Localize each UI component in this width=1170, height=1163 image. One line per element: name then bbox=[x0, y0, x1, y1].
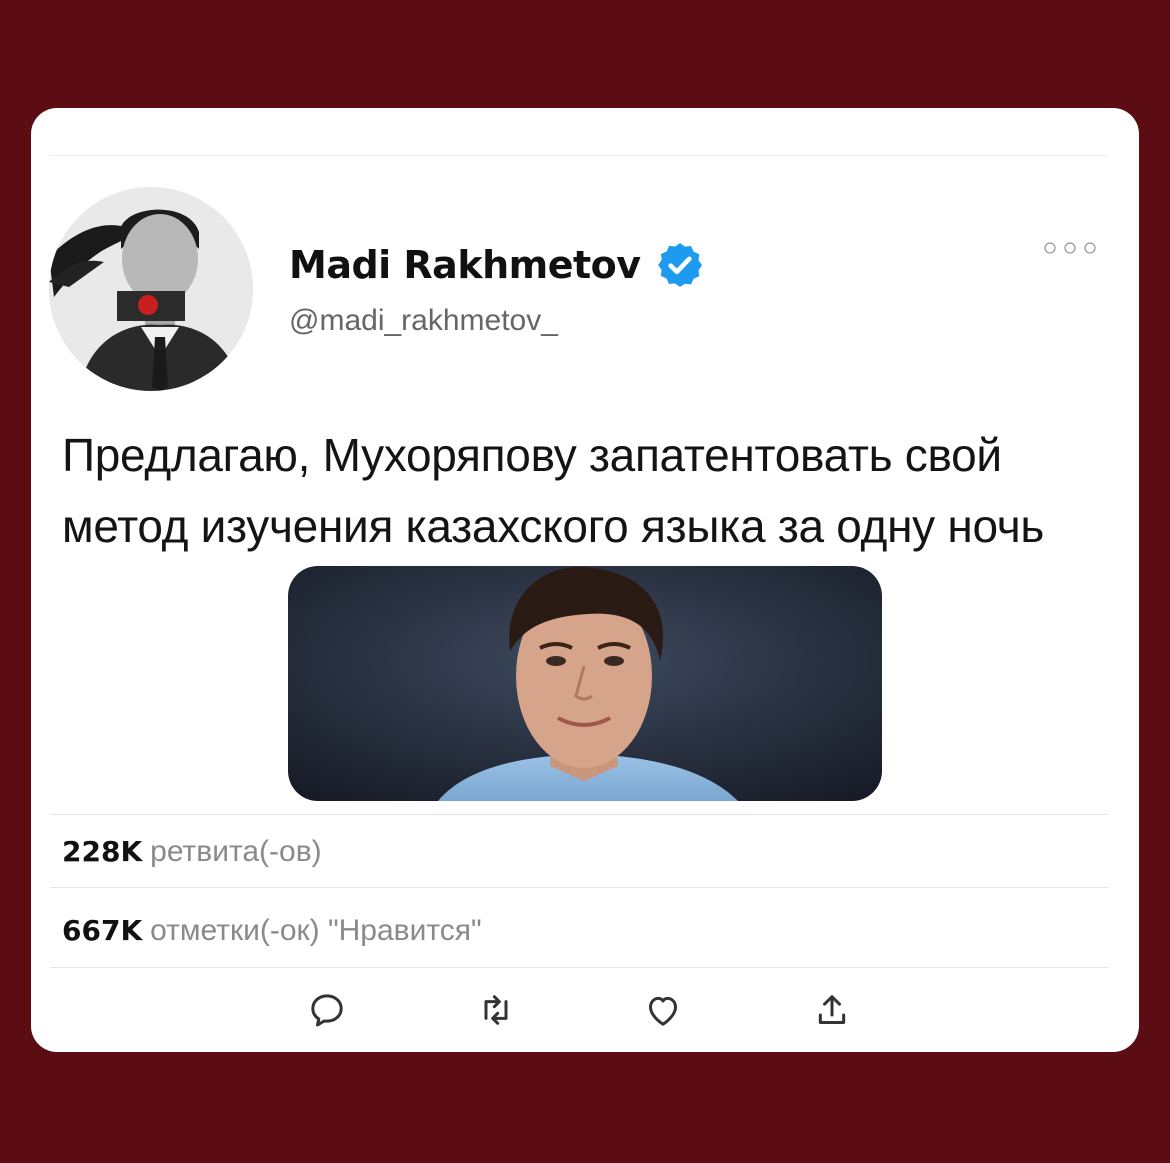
top-divider bbox=[50, 155, 1108, 156]
author-handle[interactable]: @madi_rakhmetov_ bbox=[289, 304, 558, 338]
retweet-icon bbox=[484, 995, 508, 1025]
like-count: 667K bbox=[62, 914, 143, 947]
divider bbox=[50, 887, 1108, 888]
share-button[interactable] bbox=[812, 990, 852, 1030]
retweet-stat[interactable]: 228K ретвита(-ов) bbox=[62, 835, 322, 869]
retweet-button[interactable] bbox=[476, 990, 516, 1030]
tweet-text-line-1: Предлагаю, Мухоряпову запатентовать свой bbox=[62, 429, 1002, 481]
share-icon bbox=[818, 995, 846, 1024]
divider bbox=[50, 967, 1108, 968]
retweet-label: ретвита(-ов) bbox=[150, 835, 322, 868]
reply-icon bbox=[311, 994, 343, 1027]
reply-button[interactable] bbox=[307, 990, 347, 1030]
tweet-card: Madi Rakhmetov @madi_rakhmetov_ Предлага… bbox=[31, 108, 1139, 1052]
divider bbox=[50, 814, 1108, 815]
like-label: отметки(-ок) "Нравится" bbox=[150, 914, 482, 947]
tweet-text-line-2: метод изучения казахского языка за одну … bbox=[62, 500, 1045, 552]
like-button[interactable] bbox=[643, 990, 683, 1030]
retweet-count: 228K bbox=[62, 835, 143, 868]
tweet-text: Предлагаю, Мухоряпову запатентовать свой… bbox=[62, 420, 1122, 562]
like-stat[interactable]: 667K отметки(-ок) "Нравится" bbox=[62, 914, 482, 948]
like-icon bbox=[649, 996, 677, 1026]
author-row: Madi Rakhmetov bbox=[289, 240, 705, 290]
author-name[interactable]: Madi Rakhmetov bbox=[289, 243, 641, 287]
verified-badge-icon bbox=[657, 243, 702, 287]
tweet-media-image[interactable] bbox=[288, 566, 882, 801]
avatar[interactable] bbox=[49, 187, 253, 391]
more-options-icon[interactable] bbox=[1041, 241, 1099, 255]
